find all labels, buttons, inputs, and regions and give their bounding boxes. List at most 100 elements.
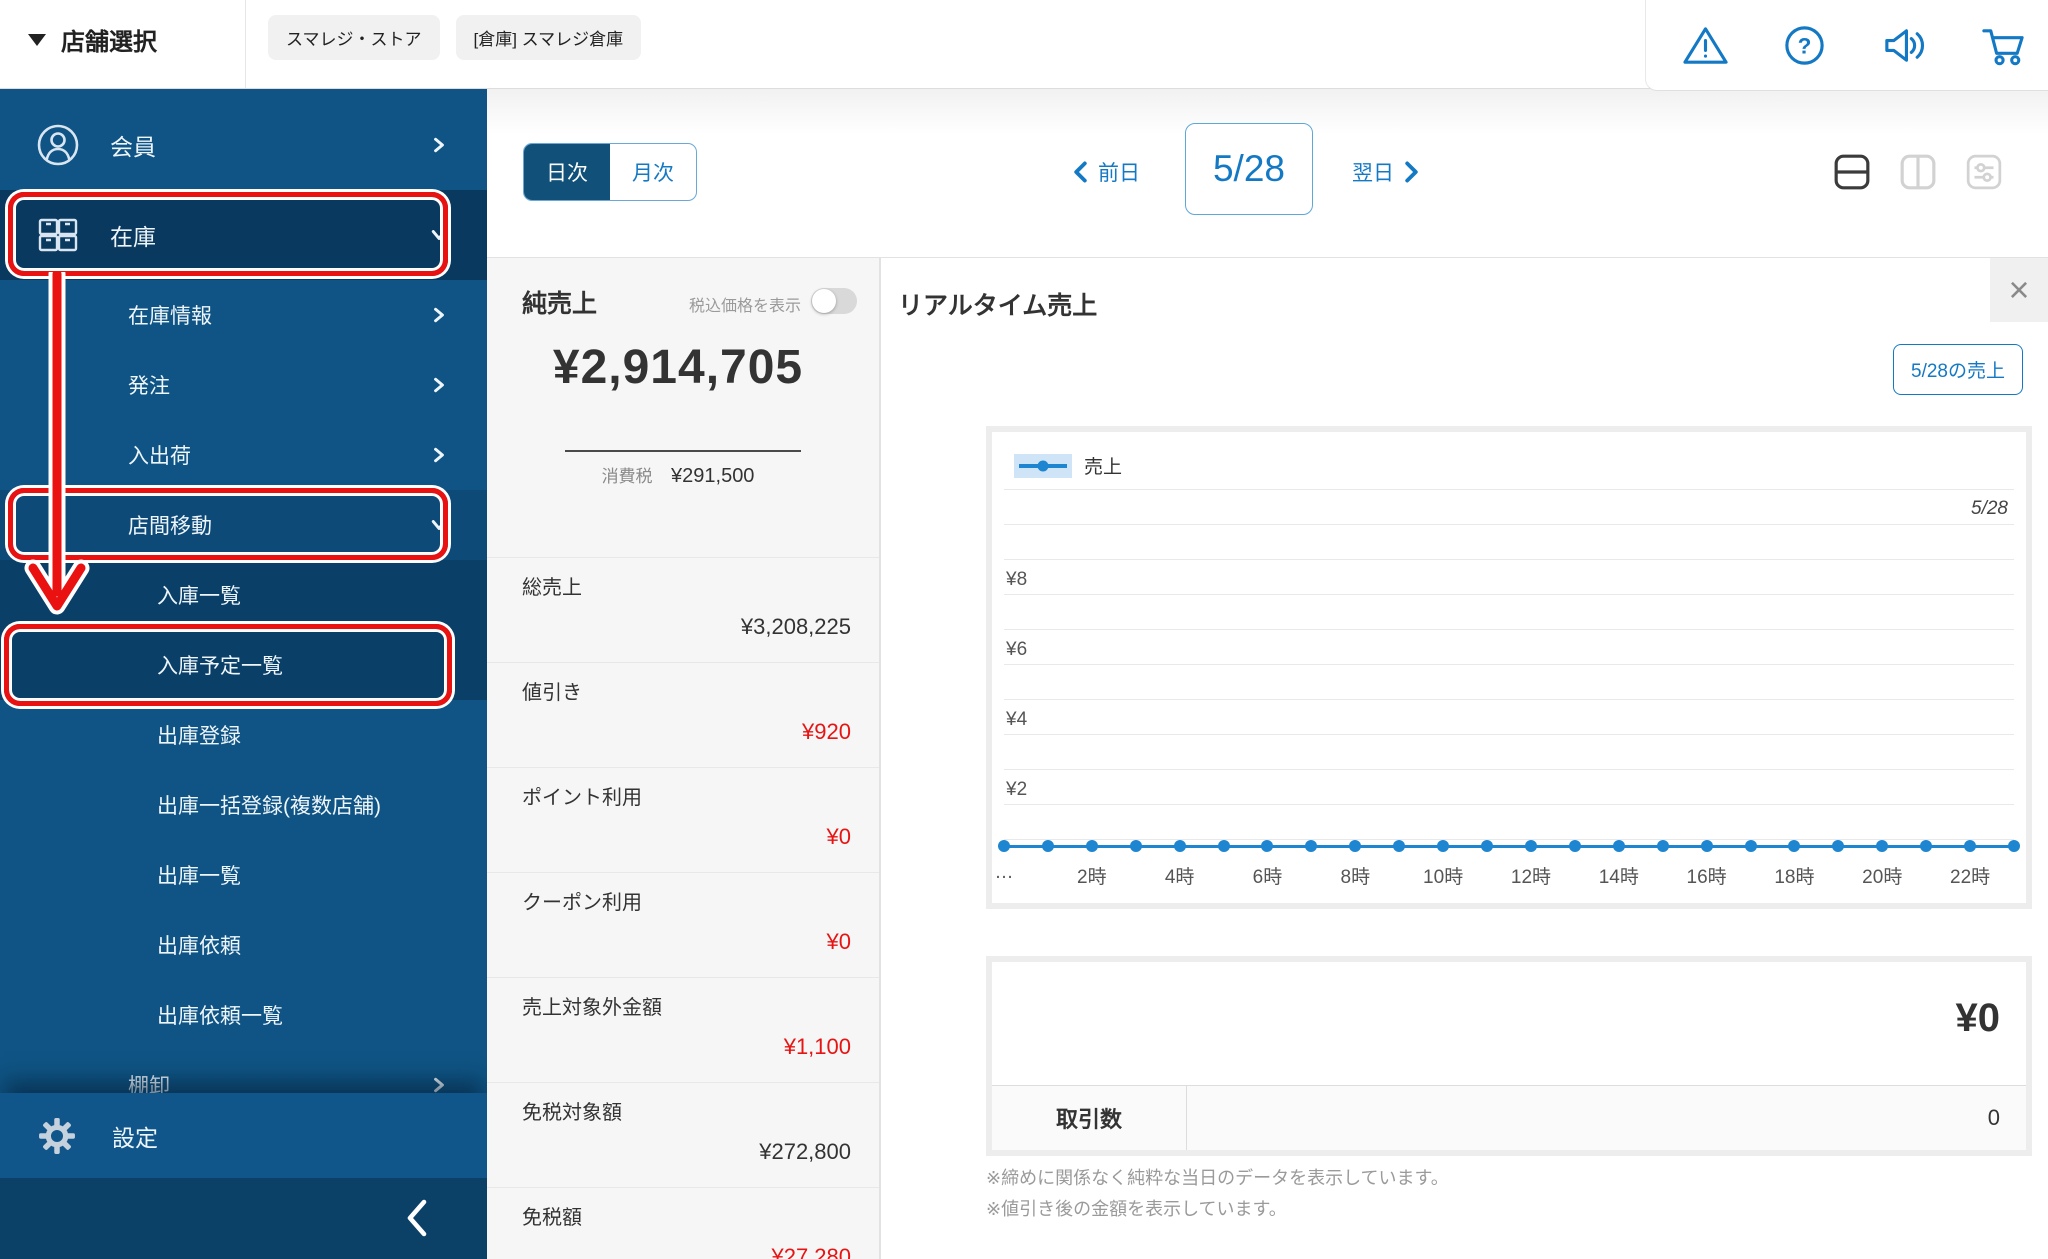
header: 店舗選択 スマレジ・ストア [倉庫] スマレジ倉庫 ? [0, 0, 2048, 91]
store-selector-label: 店舗選択 [61, 29, 157, 56]
next-day-label: 翌日 [1352, 162, 1394, 185]
sidebar-item-label: 出庫登録 [157, 725, 241, 748]
sales-breakdown-list: 総売上 ¥3,208,225 値引き ¥920 ポイント利用 ¥0 クーポン利用 ¥0 売上対象… [487, 557, 879, 1259]
x-tick-label: … [994, 862, 1014, 883]
x-tick-label: 6時 [1252, 867, 1283, 888]
split-vertical-icon[interactable] [1899, 153, 1937, 191]
alert-icon[interactable] [1682, 22, 1729, 69]
prev-day-label: 前日 [1098, 162, 1140, 185]
breakdown-label: 免税対象額 [522, 1102, 622, 1124]
sidebar-item-nyushukka[interactable]: 入出荷 [0, 420, 487, 490]
day-sales-button[interactable]: 5/28の売上 [1893, 344, 2023, 395]
store-chip: スマレジ・ストア [268, 15, 440, 60]
inventory-icon [36, 213, 80, 257]
sidebar-item-label: 出庫一覧 [157, 865, 241, 888]
tab-monthly[interactable]: 月次 [610, 144, 696, 200]
chevron-right-icon [431, 137, 447, 153]
close-icon[interactable]: × [1990, 258, 2048, 322]
footnote: ※値引き後の金額を表示しています。 [986, 1198, 1287, 1219]
sidebar-item-label: 在庫情報 [128, 305, 212, 328]
svg-text:?: ? [1798, 33, 1812, 58]
sidebar-item-shukko-toroku[interactable]: 出庫登録 [0, 700, 487, 770]
breakdown-label: 値引き [522, 682, 582, 704]
sidebar-item-kaiin[interactable]: 会員 [0, 100, 487, 190]
panel-title: リアルタイム売上 [898, 292, 1098, 320]
sales-breakdown-row: 売上対象外金額 ¥1,100 [487, 977, 879, 1082]
sidebar-item-tenkan-ido[interactable]: 店間移動 [0, 490, 487, 560]
chart-data-point [1788, 840, 1801, 852]
chevron-down-icon [431, 517, 447, 533]
panel-footnotes: ※締めに関係なく純粋な当日のデータを表示しています。 ※値引き後の金額を表示して… [986, 1163, 1449, 1224]
gear-icon [38, 1117, 76, 1155]
breakdown-label: 免税額 [522, 1207, 582, 1229]
store-selector-dropdown[interactable]: 店舗選択 [28, 22, 157, 57]
chevron-left-icon [407, 1199, 427, 1237]
sales-breakdown-row: 免税額 ¥27,280 [487, 1187, 879, 1259]
sidebar-item-shukko-irai[interactable]: 出庫依頼 [0, 910, 487, 980]
chart-x-axis-labels: … 2時 4時 6時 8時 10時 12時 14時 16時 18時 20時 22時 [995, 862, 2014, 892]
chevron-right-icon [431, 307, 447, 323]
breakdown-label: 売上対象外金額 [522, 997, 662, 1019]
sidebar-item-settings[interactable]: 設定 [0, 1093, 487, 1178]
chart-data-points [998, 432, 2020, 903]
sidebar-item-label: 店間移動 [128, 515, 212, 538]
sidebar-item-hacchu[interactable]: 発注 [0, 350, 487, 420]
tax-included-toggle[interactable] [811, 288, 857, 314]
prev-day-button[interactable]: 前日 [1073, 157, 1140, 187]
chevron-right-icon [431, 447, 447, 463]
filter-sliders-icon[interactable] [1965, 153, 2003, 191]
sidebar-nav: 会員 在庫在庫情報発注入出荷店間移動入庫一覧入庫予定一覧 出庫登録出庫一括登録(複数… [0, 89, 487, 1259]
sidebar-item-zaiko-joho[interactable]: 在庫情報 [0, 280, 487, 350]
x-tick-label: 18時 [1774, 867, 1815, 888]
breakdown-value: ¥1,100 [783, 1034, 851, 1059]
date-selector[interactable]: 5/28 [1185, 123, 1313, 215]
chevron-right-icon [1405, 161, 1418, 183]
consumption-tax-row: 消費税 ¥291,500 [487, 462, 869, 488]
sidebar-item-label: 出庫依頼一覧 [157, 1005, 283, 1028]
next-day-button[interactable]: 翌日 [1352, 157, 1419, 187]
user-icon [36, 123, 80, 167]
sidebar-item-shukko-ichiran[interactable]: 出庫一覧 [0, 840, 487, 910]
breakdown-label: ポイント利用 [522, 787, 642, 809]
chart-data-point [1656, 840, 1669, 852]
chart-data-point [1173, 840, 1186, 852]
help-icon[interactable]: ? [1781, 22, 1828, 69]
realtime-sales-panel: リアルタイム売上 × 5/28の売上 売上 5/28 ¥8 ¥6 ¥4 ¥2 …… [880, 257, 2048, 1259]
chart-data-point [1349, 840, 1362, 852]
tax-value: ¥291,500 [671, 465, 755, 487]
transactions-count-value: 0 [1987, 1105, 2000, 1130]
net-sales-panel: 純売上 税込価格を表示 ¥2,914,705 消費税 ¥291,500 総売上 ¥… [487, 257, 880, 1259]
sidebar-item-zaiko[interactable]: 在庫 [0, 190, 487, 280]
x-tick-label: 20時 [1862, 867, 1903, 888]
sales-breakdown-row: 総売上 ¥3,208,225 [487, 557, 879, 662]
sidebar-item-label: 入庫予定一覧 [157, 655, 283, 678]
split-horizontal-icon[interactable] [1833, 153, 1871, 191]
breakdown-value: ¥920 [802, 719, 851, 744]
sidebar-item-label: 設定 [112, 1124, 158, 1151]
chart-data-point [2008, 840, 2020, 852]
tab-daily[interactable]: 日次 [524, 144, 610, 200]
transactions-row: 取引数 0 [992, 1085, 2026, 1150]
chart-data-point [1744, 840, 1757, 852]
sidebar-item-nyuko-yotei-ichiran[interactable]: 入庫予定一覧 [0, 630, 487, 700]
tax-toggle-label: 税込価格を表示 [688, 298, 801, 315]
x-tick-label: 22時 [1950, 867, 1991, 888]
transactions-total: ¥0 [1955, 996, 2001, 1040]
chart-data-point [1568, 840, 1581, 852]
current-date: 5/28 [1212, 148, 1285, 189]
chart-data-point [998, 840, 1010, 852]
breakdown-value: ¥0 [826, 929, 851, 954]
sidebar-collapse-button[interactable] [0, 1178, 487, 1259]
announcement-icon[interactable] [1880, 22, 1927, 69]
sidebar-item-label: 入出荷 [128, 445, 191, 468]
sidebar-item-shukko-irai-ichiran[interactable]: 出庫依頼一覧 [0, 980, 487, 1050]
chart-data-point [1832, 840, 1845, 852]
sidebar-item-shukko-ikkatsu-toroku[interactable]: 出庫一括登録(複数店舗) [0, 770, 487, 840]
cart-icon[interactable] [1979, 22, 2026, 69]
chart-data-point [1437, 840, 1450, 852]
caret-down-icon [28, 33, 46, 46]
panel-title: 純売上 [522, 290, 598, 318]
chart-data-point [1920, 840, 1933, 852]
sidebar-item-nyuko-ichiran[interactable]: 入庫一覧 [0, 560, 487, 630]
chart-data-point [1700, 840, 1713, 852]
